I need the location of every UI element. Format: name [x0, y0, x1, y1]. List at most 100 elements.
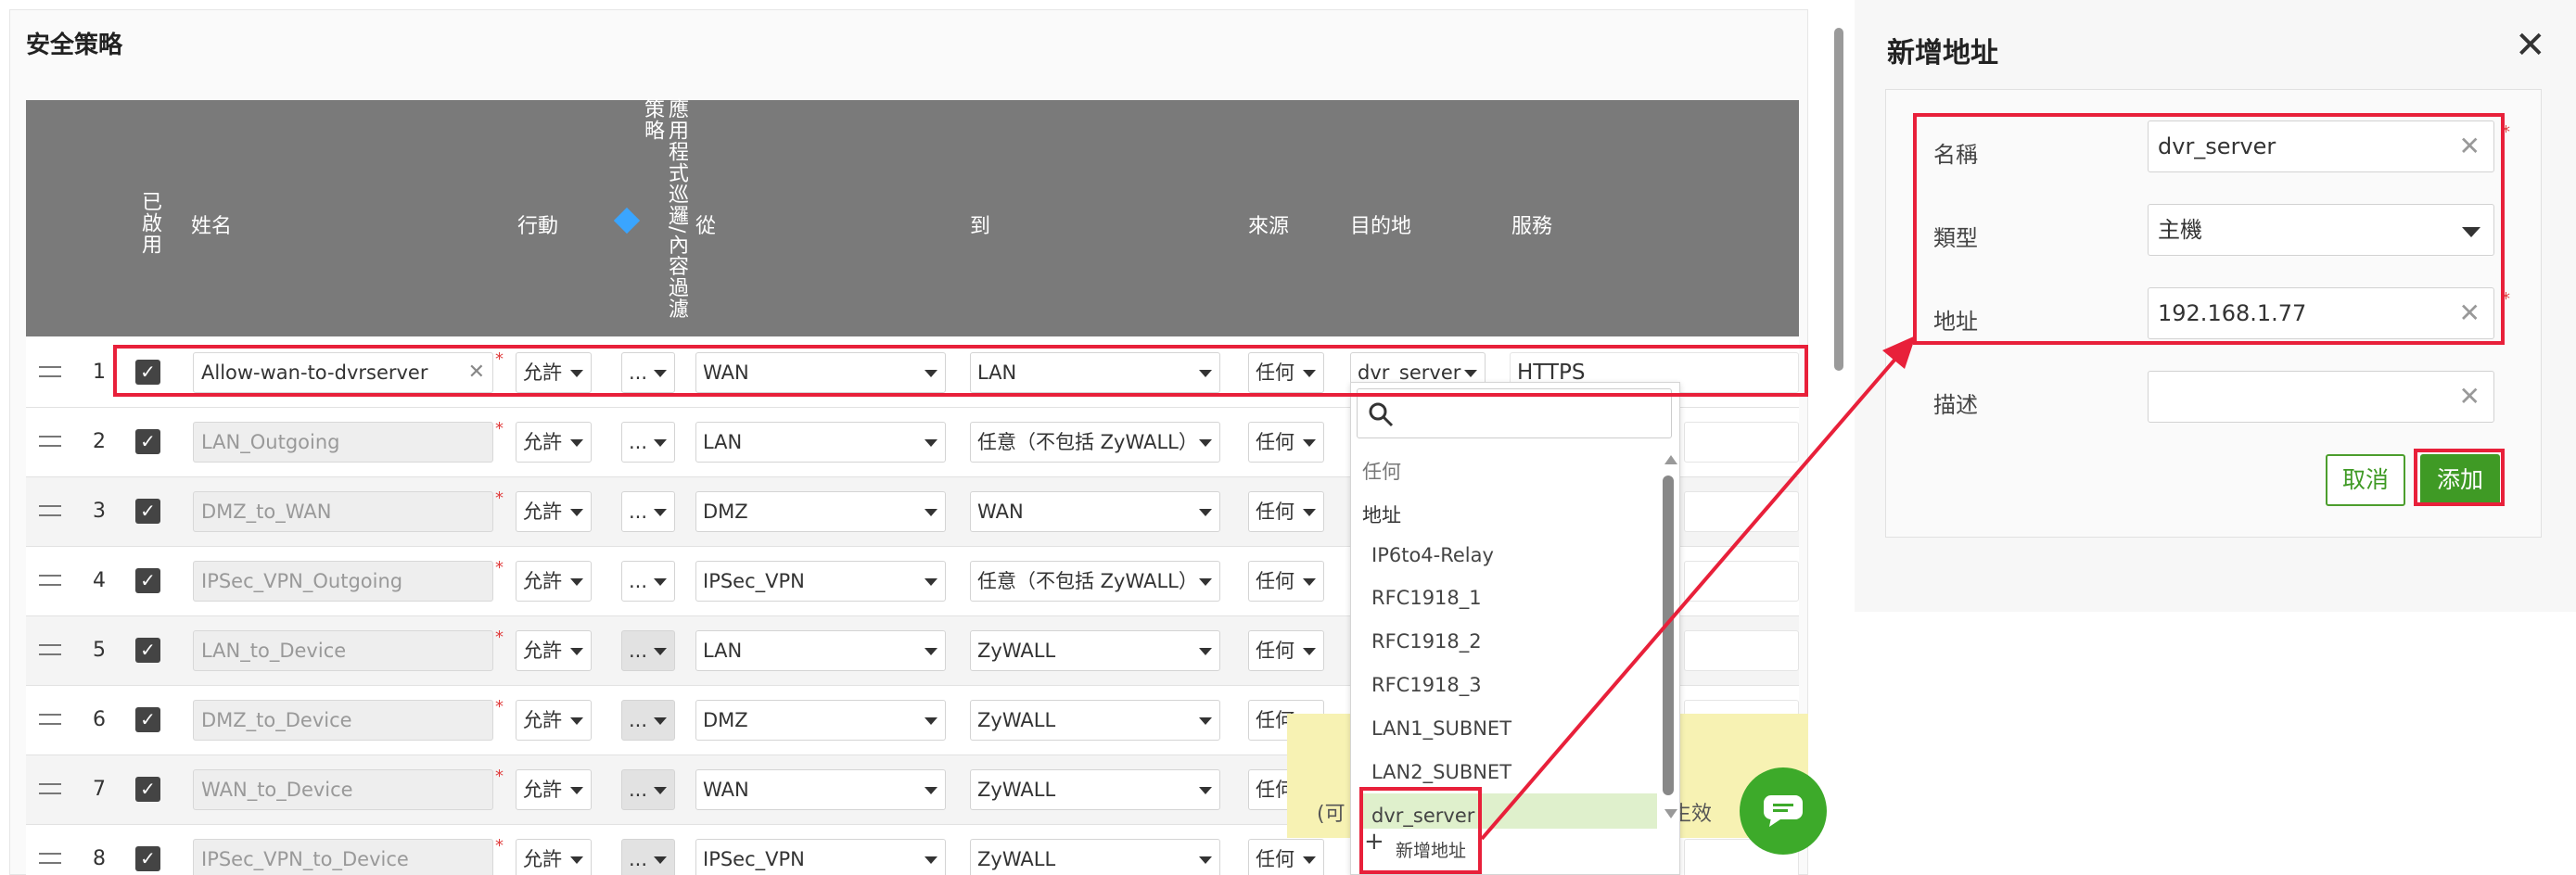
source-select[interactable]: 任何	[1248, 561, 1324, 602]
chevron-down-icon	[654, 439, 667, 447]
drag-handle-icon[interactable]	[39, 505, 61, 516]
app-filter-select[interactable]: ...	[621, 769, 675, 810]
dropdown-option[interactable]: LAN1_SUBNET	[1371, 717, 1511, 740]
clear-icon[interactable]: ✕	[2459, 372, 2480, 422]
drag-handle-icon[interactable]	[39, 783, 61, 794]
policy-name-input[interactable]: IPSec_VPN_Outgoing	[193, 561, 493, 602]
action-select[interactable]: 允許	[516, 491, 592, 532]
enabled-checkbox[interactable]: ✓	[135, 707, 160, 732]
policy-name-input[interactable]: LAN_to_Device	[193, 630, 493, 671]
from-select[interactable]: LAN	[695, 630, 946, 671]
row-index: 6	[93, 708, 106, 731]
to-select[interactable]: ZyWALL	[970, 769, 1220, 810]
from-select[interactable]: WAN	[695, 769, 946, 810]
dropdown-option[interactable]: RFC1918_3	[1371, 674, 1482, 696]
row-index: 4	[93, 569, 106, 592]
action-value: 允許	[523, 640, 562, 662]
app-filter-select[interactable]: ...	[621, 700, 675, 741]
dropdown-option[interactable]: RFC1918_1	[1371, 587, 1482, 609]
source-select[interactable]: 任何	[1248, 630, 1324, 671]
app-filter-select[interactable]: ...	[621, 839, 675, 875]
from-select[interactable]: LAN	[695, 422, 946, 463]
policy-name-input[interactable]: DMZ_to_WAN	[193, 491, 493, 532]
enabled-checkbox[interactable]: ✓	[135, 638, 160, 663]
action-select[interactable]: 允許	[516, 700, 592, 741]
drag-handle-icon[interactable]	[39, 853, 61, 864]
to-value: ZyWALL	[977, 640, 1056, 662]
to-select[interactable]: ZyWALL	[970, 839, 1220, 875]
service-field[interactable]	[1684, 630, 1799, 671]
to-select[interactable]: ZyWALL	[970, 630, 1220, 671]
drag-handle-icon[interactable]	[39, 366, 61, 377]
service-field[interactable]	[1684, 491, 1799, 532]
enabled-checkbox[interactable]: ✓	[135, 568, 160, 593]
chevron-down-icon	[1199, 856, 1212, 864]
page-title: 安全策略	[26, 32, 123, 59]
drag-handle-icon[interactable]	[39, 436, 61, 447]
row-index: 1	[93, 361, 106, 384]
source-value: 任何	[1256, 640, 1294, 662]
header-destination[interactable]: 目的地	[1350, 209, 1411, 239]
policy-name: WAN_to_Device	[201, 779, 353, 801]
action-select[interactable]: 允許	[516, 422, 592, 463]
header-to[interactable]: 到	[970, 209, 990, 239]
enabled-checkbox[interactable]: ✓	[135, 846, 160, 871]
page-scrollbar[interactable]	[1834, 28, 1843, 371]
enabled-checkbox[interactable]: ✓	[135, 499, 160, 524]
app-filter-select[interactable]: ...	[621, 561, 675, 602]
chevron-down-icon	[570, 578, 583, 586]
policy-name: DMZ_to_Device	[201, 709, 352, 731]
chat-button[interactable]	[1740, 767, 1827, 855]
app-filter-select[interactable]: ...	[621, 630, 675, 671]
scroll-up-arrow[interactable]	[1664, 455, 1677, 464]
header-from[interactable]: 從	[695, 209, 716, 239]
dropdown-option[interactable]: LAN2_SUBNET	[1371, 761, 1511, 783]
dropdown-option[interactable]: RFC1918_2	[1371, 630, 1482, 653]
header-action[interactable]: 行動	[517, 209, 558, 239]
required-mark: *	[495, 697, 504, 716]
policy-name-input[interactable]: DMZ_to_Device	[193, 700, 493, 741]
to-select[interactable]: 任意（不包括 ZyWALL）	[970, 561, 1220, 602]
cancel-button[interactable]: 取消	[2326, 454, 2405, 506]
source-select[interactable]: 任何	[1248, 491, 1324, 532]
from-select[interactable]: IPSec_VPN	[695, 561, 946, 602]
policy-name: LAN_to_Device	[201, 640, 347, 662]
highlight-add-button	[2414, 449, 2505, 506]
highlight-fields	[1913, 113, 2505, 345]
policy-name-input[interactable]: LAN_Outgoing	[193, 422, 493, 463]
dropdown-scrollbar[interactable]	[1663, 476, 1674, 795]
dropdown-option[interactable]: 任何	[1362, 457, 1401, 485]
from-select[interactable]: DMZ	[695, 491, 946, 532]
from-select[interactable]: DMZ	[695, 700, 946, 741]
dropdown-option[interactable]: IP6to4-Relay	[1371, 544, 1494, 566]
to-select[interactable]: ZyWALL	[970, 700, 1220, 741]
action-select[interactable]: 允許	[516, 839, 592, 875]
header-name[interactable]: 姓名	[191, 209, 232, 239]
source-select[interactable]: 任何	[1248, 839, 1324, 875]
drag-handle-icon[interactable]	[39, 714, 61, 725]
header-source[interactable]: 來源	[1248, 209, 1289, 239]
scroll-down-arrow[interactable]	[1664, 809, 1677, 818]
enabled-checkbox[interactable]: ✓	[135, 429, 160, 454]
drag-handle-icon[interactable]	[39, 644, 61, 655]
action-select[interactable]: 允許	[516, 630, 592, 671]
service-field[interactable]	[1684, 561, 1799, 602]
source-select[interactable]: 任何	[1248, 422, 1324, 463]
policy-name-input[interactable]: IPSec_VPN_to_Device	[193, 839, 493, 875]
drag-handle-icon[interactable]	[39, 575, 61, 586]
header-service[interactable]: 服務	[1511, 209, 1552, 239]
action-select[interactable]: 允許	[516, 769, 592, 810]
close-icon[interactable]: ✕	[2515, 24, 2546, 67]
to-select[interactable]: WAN	[970, 491, 1220, 532]
app-filter-select[interactable]: ...	[621, 491, 675, 532]
enabled-checkbox[interactable]: ✓	[135, 777, 160, 802]
app-filter-select[interactable]: ...	[621, 422, 675, 463]
policy-name-input[interactable]: WAN_to_Device	[193, 769, 493, 810]
action-select[interactable]: 允許	[516, 561, 592, 602]
service-field[interactable]	[1684, 422, 1799, 463]
required-mark: *	[495, 628, 504, 647]
search-icon	[1369, 402, 1394, 427]
from-select[interactable]: IPSec_VPN	[695, 839, 946, 875]
description-input[interactable]: ✕	[2148, 371, 2494, 423]
to-select[interactable]: 任意（不包括 ZyWALL）	[970, 422, 1220, 463]
